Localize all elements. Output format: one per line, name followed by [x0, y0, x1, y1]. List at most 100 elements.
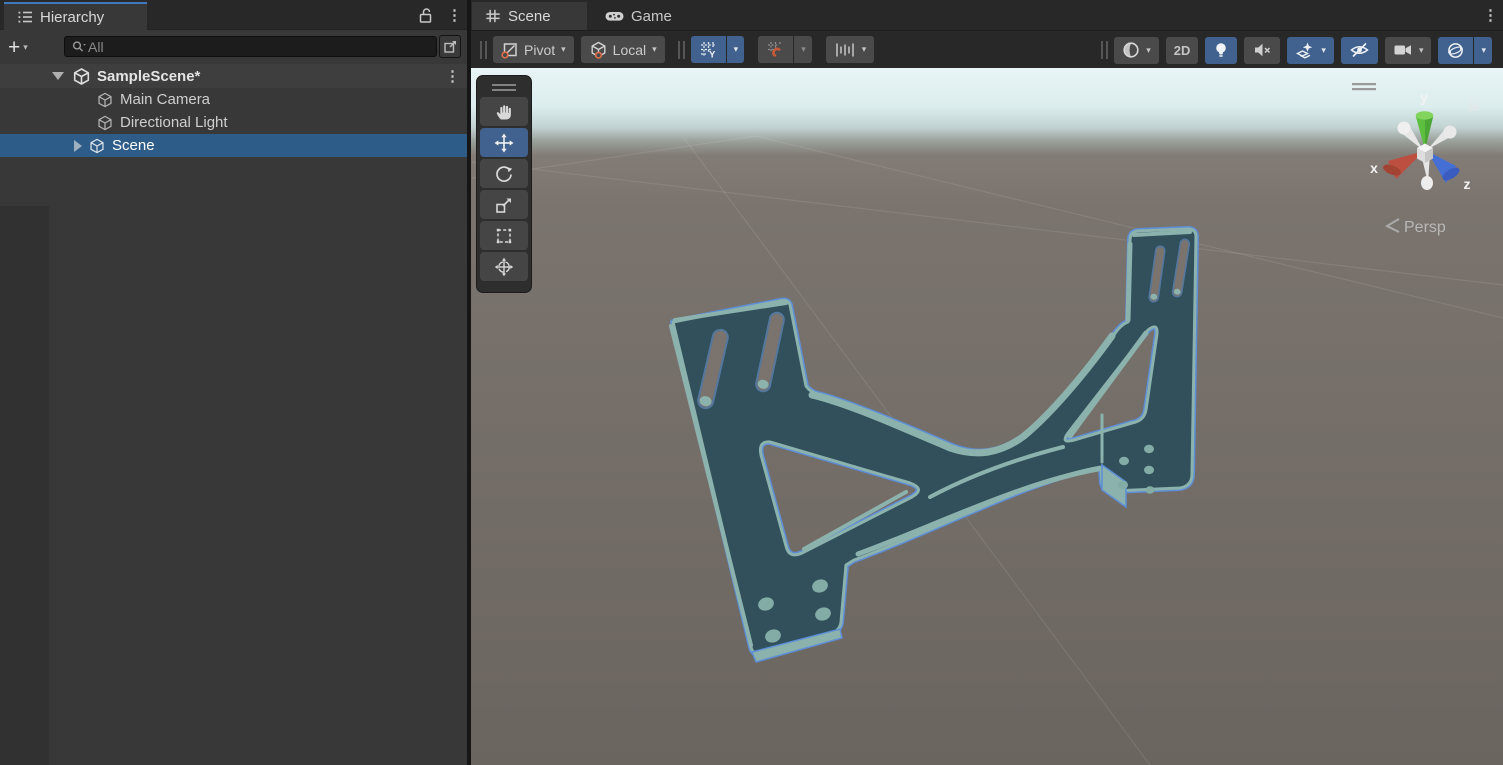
toolbar-drag-handle[interactable]	[480, 41, 487, 59]
shading-mode-button[interactable]: ▾	[1114, 37, 1159, 64]
snap-increment-button[interactable]: ▾	[826, 36, 875, 63]
gizmos-sphere-icon	[1446, 41, 1465, 60]
gizmos-button[interactable]	[1438, 37, 1473, 64]
sky-ground-gradient	[471, 68, 1503, 765]
grid-icon: Y	[699, 40, 718, 59]
scene-lighting-button[interactable]	[1205, 37, 1237, 64]
chevron-down-icon: ▾	[561, 44, 566, 55]
chevron-down-icon: ▾	[652, 44, 657, 55]
transform-icon	[494, 257, 514, 277]
hierarchy-gutter	[0, 206, 49, 765]
chevron-down-icon: ▾	[1321, 45, 1326, 56]
move-icon	[494, 133, 514, 153]
unlock-icon[interactable]	[416, 6, 435, 25]
hierarchy-search-box[interactable]	[64, 36, 437, 57]
pivot-mode-button[interactable]: Pivot ▾	[493, 36, 574, 63]
chevron-down-icon: ▾	[734, 44, 739, 55]
gizmo-y-label: y	[1420, 89, 1428, 105]
scene-viewport[interactable]: y x z Persp	[471, 68, 1503, 765]
effects-sparkle-icon	[1295, 41, 1315, 59]
speaker-muted-icon	[1252, 41, 1272, 59]
toolbar-drag-handle[interactable]	[1101, 41, 1108, 59]
tree-item-label: Scene	[112, 137, 155, 154]
chevron-down-icon: ▾	[801, 44, 806, 55]
scene-panel-kebab-icon[interactable]: ⋮	[1483, 8, 1495, 23]
pivot-label: Pivot	[524, 42, 555, 58]
orientation-button[interactable]: Local ▾	[581, 36, 665, 63]
snap-increment-ruler-icon	[834, 41, 856, 59]
rect-tool-icon	[494, 226, 514, 246]
tools-overlay	[476, 75, 532, 293]
light-bulb-icon	[1213, 41, 1229, 59]
effects-button[interactable]: ▾	[1287, 37, 1334, 64]
expand-arrow-icon[interactable]	[74, 140, 82, 152]
local-cube-icon	[589, 40, 608, 59]
shaded-sphere-icon	[1122, 41, 1140, 59]
chevron-down-icon: ▾	[1481, 45, 1486, 56]
grid-snap-magnet-icon	[766, 40, 785, 59]
tree-row-scene-header[interactable]: SampleScene* ⋮	[0, 64, 467, 88]
tab-hierarchy[interactable]: Hierarchy	[4, 2, 147, 30]
projection-label: Persp	[1404, 219, 1446, 236]
camera-icon	[1393, 42, 1413, 58]
move-tool-button[interactable]	[480, 128, 528, 157]
hierarchy-tab-bar: Hierarchy ⋮	[0, 0, 467, 30]
tree-item-label: Main Camera	[120, 91, 210, 108]
unity-scene-icon	[72, 67, 91, 86]
tab-game-label: Game	[631, 8, 672, 25]
2d-label: 2D	[1174, 43, 1191, 58]
tab-scene[interactable]: Scene	[472, 2, 587, 30]
tree-row-directional-light[interactable]: Directional Light	[0, 111, 467, 134]
transform-tool-button[interactable]	[480, 252, 528, 281]
2d-toggle-button[interactable]: 2D	[1166, 37, 1199, 64]
tools-drag-handle[interactable]	[492, 84, 516, 91]
gameobject-cube-icon	[96, 114, 114, 132]
rotate-tool-button[interactable]	[480, 159, 528, 188]
hierarchy-list-icon	[16, 8, 34, 26]
gameobject-cube-icon	[88, 137, 106, 155]
hierarchy-panel: Hierarchy ⋮ + ▾	[0, 0, 467, 765]
collapse-arrow-icon[interactable]	[52, 72, 64, 80]
tree-item-label: Directional Light	[120, 114, 228, 131]
popout-icon	[443, 39, 458, 54]
scene-panel: Scene Game ⋮ Pivot ▾	[471, 0, 1503, 765]
orientation-label: Local	[613, 42, 646, 58]
grid-snapping-button[interactable]	[758, 36, 793, 63]
grid-visibility-dropdown[interactable]: ▾	[727, 36, 745, 63]
rotate-icon	[494, 164, 514, 184]
tab-scene-label: Scene	[508, 8, 551, 25]
gizmo-x-label: x	[1370, 160, 1378, 176]
scene-toolbar: Pivot ▾ Local ▾ Y	[471, 30, 1503, 68]
tab-game[interactable]: Game	[598, 2, 678, 30]
gizmos-dropdown[interactable]: ▾	[1474, 37, 1492, 64]
hierarchy-toolbar: + ▾	[0, 30, 467, 64]
grid-snapping-dropdown[interactable]: ▾	[794, 36, 812, 63]
eye-hidden-icon	[1349, 41, 1370, 59]
scale-icon	[494, 195, 514, 215]
grid-visibility-button[interactable]: Y	[691, 36, 726, 63]
search-input[interactable]	[88, 39, 430, 55]
chevron-down-icon: ▾	[1419, 45, 1424, 56]
scale-tool-button[interactable]	[480, 190, 528, 219]
hand-icon	[494, 102, 514, 122]
search-icon	[71, 39, 88, 55]
plus-icon: +	[8, 37, 20, 58]
gizmo-z-label: z	[1464, 176, 1471, 192]
hand-tool-button[interactable]	[480, 97, 528, 126]
scene-menu-kebab-icon[interactable]: ⋮	[445, 69, 457, 84]
scene-visibility-button[interactable]	[1341, 37, 1378, 64]
toolbar-drag-handle[interactable]	[678, 41, 685, 59]
popout-window-button[interactable]	[439, 35, 461, 58]
hierarchy-menu-kebab-icon[interactable]: ⋮	[447, 8, 459, 23]
scene-header-label: SampleScene*	[97, 68, 200, 85]
create-object-button[interactable]: + ▾	[8, 37, 28, 58]
gameobject-cube-icon	[96, 91, 114, 109]
tree-row-scene-selected[interactable]: Scene	[0, 134, 467, 157]
viewport-canvas: y x z Persp	[471, 68, 1503, 765]
scene-grid-icon	[484, 7, 502, 25]
camera-settings-button[interactable]: ▾	[1385, 37, 1432, 64]
chevron-down-icon: ▾	[862, 44, 867, 55]
tree-row-main-camera[interactable]: Main Camera	[0, 88, 467, 111]
rect-tool-button[interactable]	[480, 221, 528, 250]
audio-mute-button[interactable]	[1244, 37, 1280, 64]
